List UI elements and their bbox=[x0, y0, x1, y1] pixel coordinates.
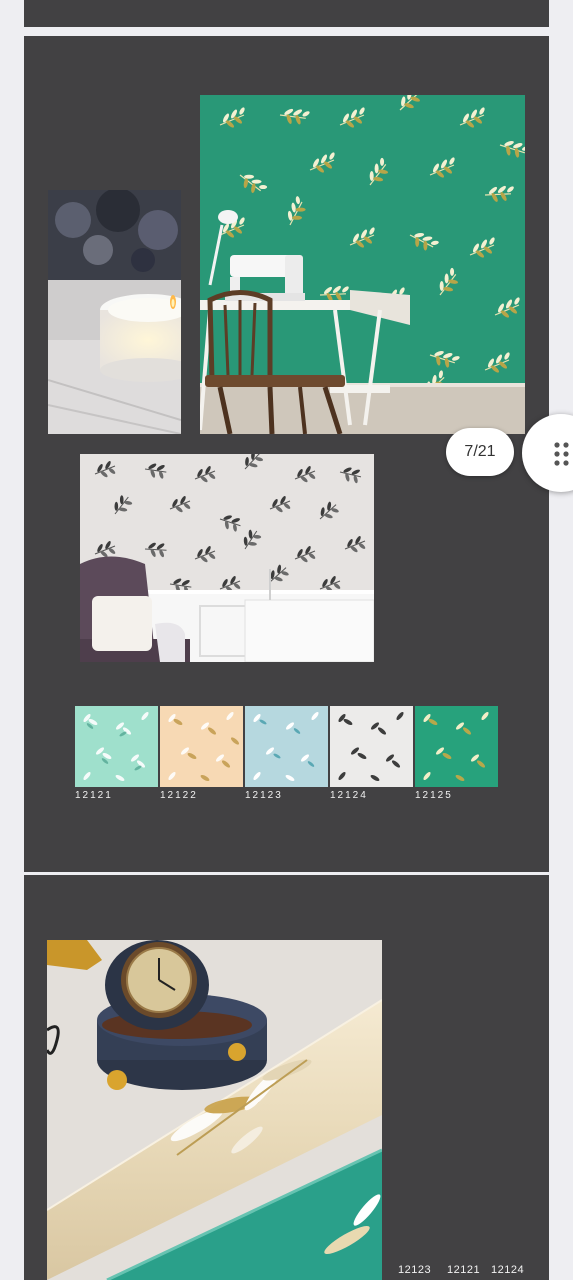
roll-code-12124: 12124 bbox=[491, 1264, 525, 1276]
dots-grid-icon bbox=[554, 442, 570, 466]
swatch-12124[interactable] bbox=[330, 706, 413, 787]
candle-photo bbox=[48, 190, 181, 434]
roll-code-12123: 12123 bbox=[398, 1264, 432, 1276]
swatch-code-12125: 12125 bbox=[415, 790, 453, 801]
roll-code-12121: 12121 bbox=[447, 1264, 481, 1276]
image-counter-text: 7/21 bbox=[464, 443, 496, 460]
clock-wallpaper-roll-photo bbox=[47, 940, 382, 1280]
image-counter: 7/21 bbox=[446, 428, 514, 476]
swatch-12121[interactable] bbox=[75, 706, 158, 787]
grey-wallpaper-room-photo bbox=[80, 454, 374, 662]
swatch-code-12122: 12122 bbox=[160, 790, 198, 801]
swatch-code-12124: 12124 bbox=[330, 790, 368, 801]
swatch-12123[interactable] bbox=[245, 706, 328, 787]
swatch-code-12123: 12123 bbox=[245, 790, 283, 801]
swatch-code-12121: 12121 bbox=[75, 790, 113, 801]
previous-page-panel bbox=[24, 0, 549, 27]
swatch-12122[interactable] bbox=[160, 706, 243, 787]
green-wallpaper-room-photo bbox=[200, 95, 525, 434]
swatch-12125[interactable] bbox=[415, 706, 498, 787]
